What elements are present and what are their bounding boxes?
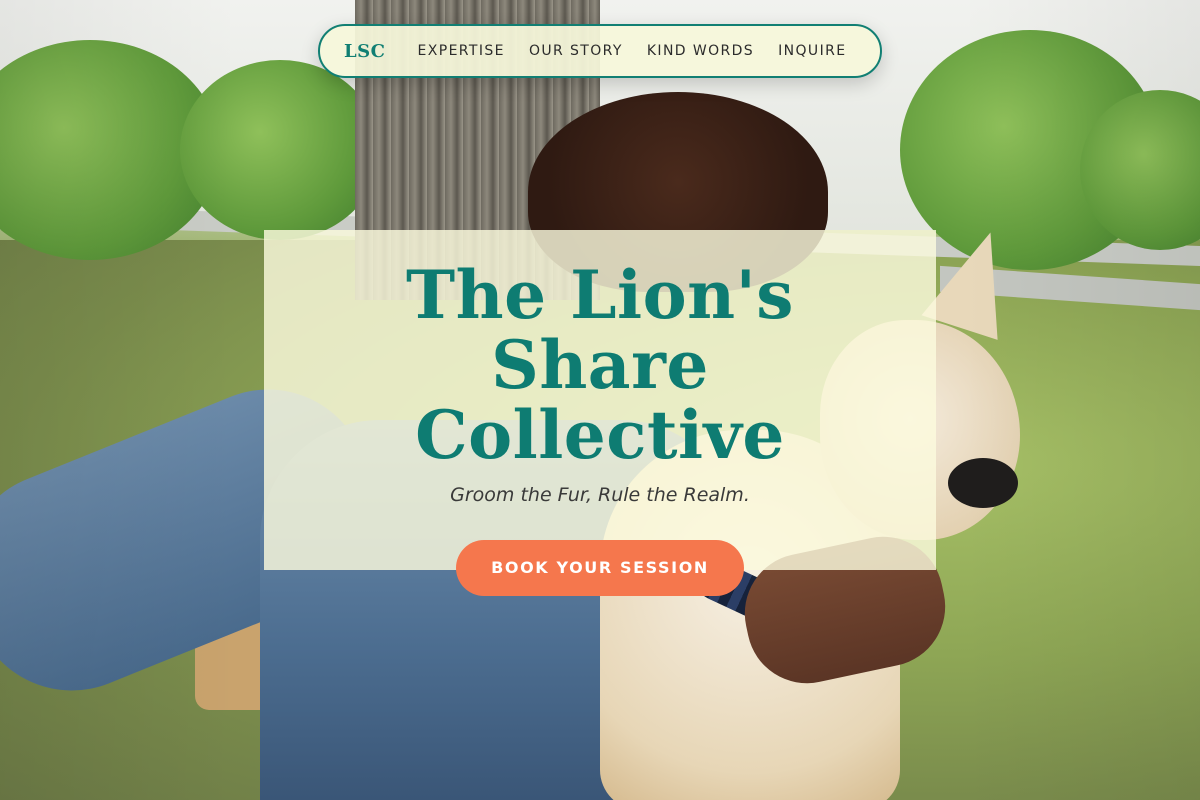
top-nav: LSC EXPERTISE OUR STORY KIND WORDS INQUI… (318, 24, 882, 78)
hero-card: The Lion's Share Collective Groom the Fu… (264, 230, 936, 596)
book-session-button[interactable]: BOOK YOUR SESSION (456, 540, 744, 596)
site-logo[interactable]: LSC (344, 41, 385, 62)
nav-link-kind-words[interactable]: KIND WORDS (647, 43, 754, 59)
hero-title: The Lion's Share Collective (406, 256, 794, 474)
hero-tagline: Groom the Fur, Rule the Realm. (450, 484, 750, 506)
nav-link-inquire[interactable]: INQUIRE (778, 43, 846, 59)
nav-link-our-story[interactable]: OUR STORY (529, 43, 623, 59)
nav-link-expertise[interactable]: EXPERTISE (417, 43, 504, 59)
